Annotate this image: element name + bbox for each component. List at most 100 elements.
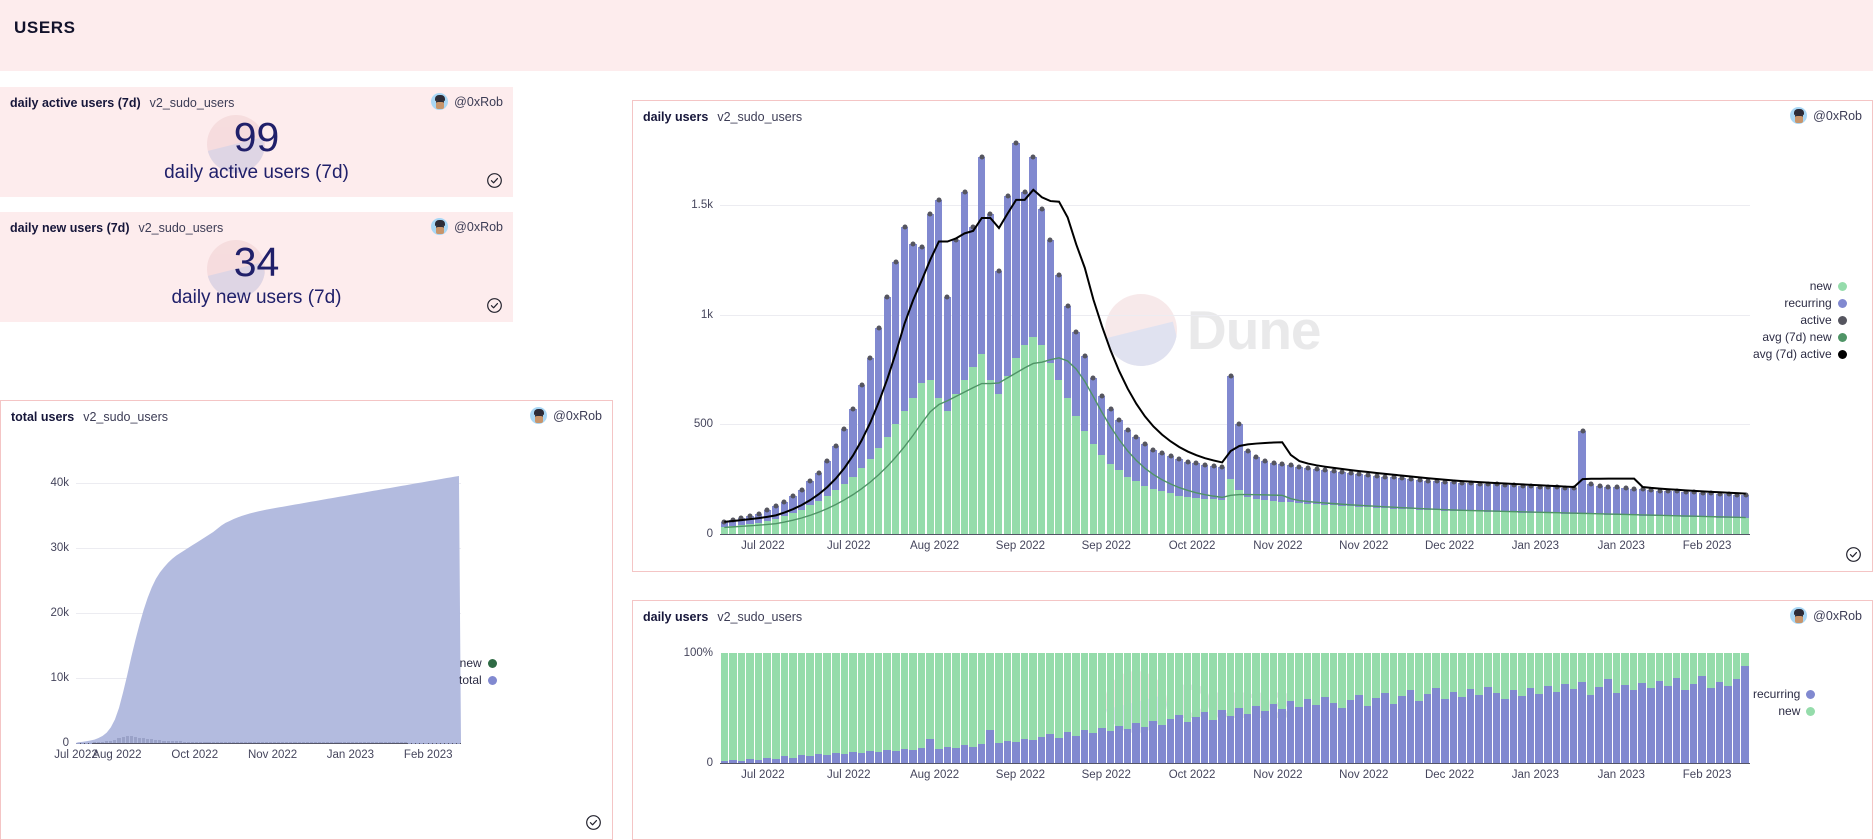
check-circle-icon[interactable]	[1845, 546, 1862, 563]
legend-item[interactable]: avg (7d) active	[1753, 347, 1847, 361]
pixel-avatar-icon	[431, 93, 449, 110]
legend-item[interactable]: active	[1800, 313, 1847, 327]
bar-segment-recurring	[1561, 683, 1569, 763]
card-author[interactable]: @0xRob	[431, 93, 503, 110]
bar	[1509, 653, 1518, 763]
x-axis-tick-label: Oct 2022	[1168, 540, 1216, 552]
bar-segment-recurring	[1166, 719, 1175, 763]
bar	[729, 653, 738, 763]
bar-segment-recurring	[1466, 689, 1475, 763]
bar-segment-recurring	[1741, 666, 1749, 763]
bar-segment-recurring	[1646, 688, 1655, 763]
bar	[1286, 653, 1295, 763]
card-header: daily users v2_sudo_users	[643, 610, 802, 624]
x-axis-tick-label: Oct 2022	[1168, 769, 1216, 781]
bar-segment-new	[900, 653, 909, 763]
bar-segment-new	[849, 653, 857, 763]
bar-segment-recurring	[1029, 739, 1037, 763]
check-circle-icon[interactable]	[486, 172, 503, 189]
bar-segment-recurring	[849, 752, 857, 763]
bar-segment-recurring	[1586, 694, 1595, 763]
bar	[1329, 653, 1338, 763]
legend-item[interactable]: new	[1778, 704, 1816, 718]
bar	[1166, 653, 1175, 763]
bar-segment-new	[729, 653, 737, 763]
card-header: daily new users (7d) v2_sudo_users	[10, 221, 223, 235]
bar	[926, 653, 935, 763]
check-circle-icon[interactable]	[486, 297, 503, 314]
card-author[interactable]: @0xRob	[1790, 607, 1862, 624]
legend-item[interactable]: recurring	[1784, 296, 1847, 310]
bar-segment-recurring	[1441, 699, 1449, 763]
bar-segment-new	[780, 653, 789, 763]
bar-segment-recurring	[806, 756, 814, 763]
bar-segment-recurring	[1655, 680, 1664, 763]
card-author[interactable]: @0xRob	[530, 407, 602, 424]
legend-item[interactable]: avg (7d) new	[1762, 330, 1847, 344]
bar	[1097, 653, 1106, 763]
legend-item[interactable]: total	[459, 673, 497, 687]
bar-segment-recurring	[1423, 693, 1432, 763]
bar-segment-recurring	[1698, 676, 1706, 763]
bar-segment-new	[892, 653, 900, 763]
bar	[780, 653, 789, 763]
bar-segment-recurring	[1483, 687, 1492, 763]
bar-segment-new	[832, 653, 840, 763]
card-total-users[interactable]: total users v2_sudo_users @0xRob Dune 01…	[0, 400, 613, 840]
bar-segment-recurring	[892, 750, 900, 763]
bar-segment-recurring	[1544, 686, 1552, 763]
x-axis-tick-label: Aug 2022	[92, 749, 142, 761]
bar-segment-recurring	[866, 750, 874, 763]
bar	[1578, 653, 1587, 763]
chart-total-users-plot: Dune 010k20k30k40kJul 2022Aug 2022Oct 20…	[50, 463, 461, 761]
card-daily-active-users-counter[interactable]: daily active users (7d) v2_sudo_users @0…	[0, 87, 513, 197]
legend-item[interactable]: recurring	[1753, 687, 1816, 701]
bar-segment-recurring	[1338, 708, 1346, 763]
x-axis-tick-label: Nov 2022	[1253, 769, 1303, 781]
bar-segment-recurring	[1055, 737, 1063, 763]
x-axis-tick-label: Aug 2022	[909, 540, 960, 552]
card-author[interactable]: @0xRob	[431, 218, 503, 235]
counter-label: daily new users (7d)	[171, 287, 342, 308]
bar-segment-recurring	[1312, 704, 1320, 763]
card-daily-new-users-counter[interactable]: daily new users (7d) v2_sudo_users @0xRo…	[0, 212, 513, 322]
card-author[interactable]: @0xRob	[1790, 107, 1862, 124]
bar	[1561, 653, 1570, 763]
x-axis-tick-label: Oct 2022	[171, 749, 219, 761]
legend-label: avg (7d) new	[1762, 330, 1832, 344]
legend-item[interactable]: new	[1810, 279, 1847, 293]
x-axis-tick-label: Feb 2023	[1682, 540, 1732, 552]
counter-value: 99	[233, 114, 280, 160]
bar-segment-new	[789, 653, 797, 763]
counter-body: 34 daily new users (7d)	[0, 238, 513, 310]
x-axis-tick-label: Jul 2022	[827, 540, 871, 552]
bar-segment-recurring	[832, 753, 840, 763]
x-axis-tick-label: Jul 2022	[741, 540, 785, 552]
check-circle-icon[interactable]	[585, 814, 602, 831]
y-axis-tick-label: 10k	[50, 671, 69, 684]
bar-segment-recurring	[1037, 736, 1046, 763]
bar	[1406, 653, 1415, 763]
bar-segment-recurring	[1389, 703, 1398, 763]
bar	[1398, 653, 1407, 763]
x-axis-tick-label: Jul 2022	[741, 769, 785, 781]
bar	[1715, 653, 1724, 763]
bar-segment-new	[806, 653, 814, 763]
bar-segment-recurring	[1072, 735, 1080, 763]
card-daily-users-main[interactable]: daily users v2_sudo_users @0xRob Dune 05…	[632, 100, 1873, 572]
legend-item[interactable]: new	[460, 656, 497, 670]
bar-segment-new	[763, 653, 771, 763]
bar	[1295, 653, 1304, 763]
bar	[1269, 653, 1278, 763]
bar	[917, 653, 926, 763]
x-axis-tick-label: Nov 2022	[1339, 540, 1389, 552]
legend-label: active	[1800, 313, 1832, 327]
bar-segment-recurring	[1012, 742, 1020, 763]
bar-segment-recurring	[763, 757, 771, 763]
legend-label: new	[459, 656, 482, 670]
card-daily-users-percent[interactable]: daily users v2_sudo_users @0xRob Dune 01…	[632, 600, 1873, 840]
bar-segment-recurring	[1552, 691, 1561, 763]
bar-segment-recurring	[1046, 734, 1055, 763]
legend-swatch	[487, 658, 497, 668]
bar	[1200, 653, 1209, 763]
